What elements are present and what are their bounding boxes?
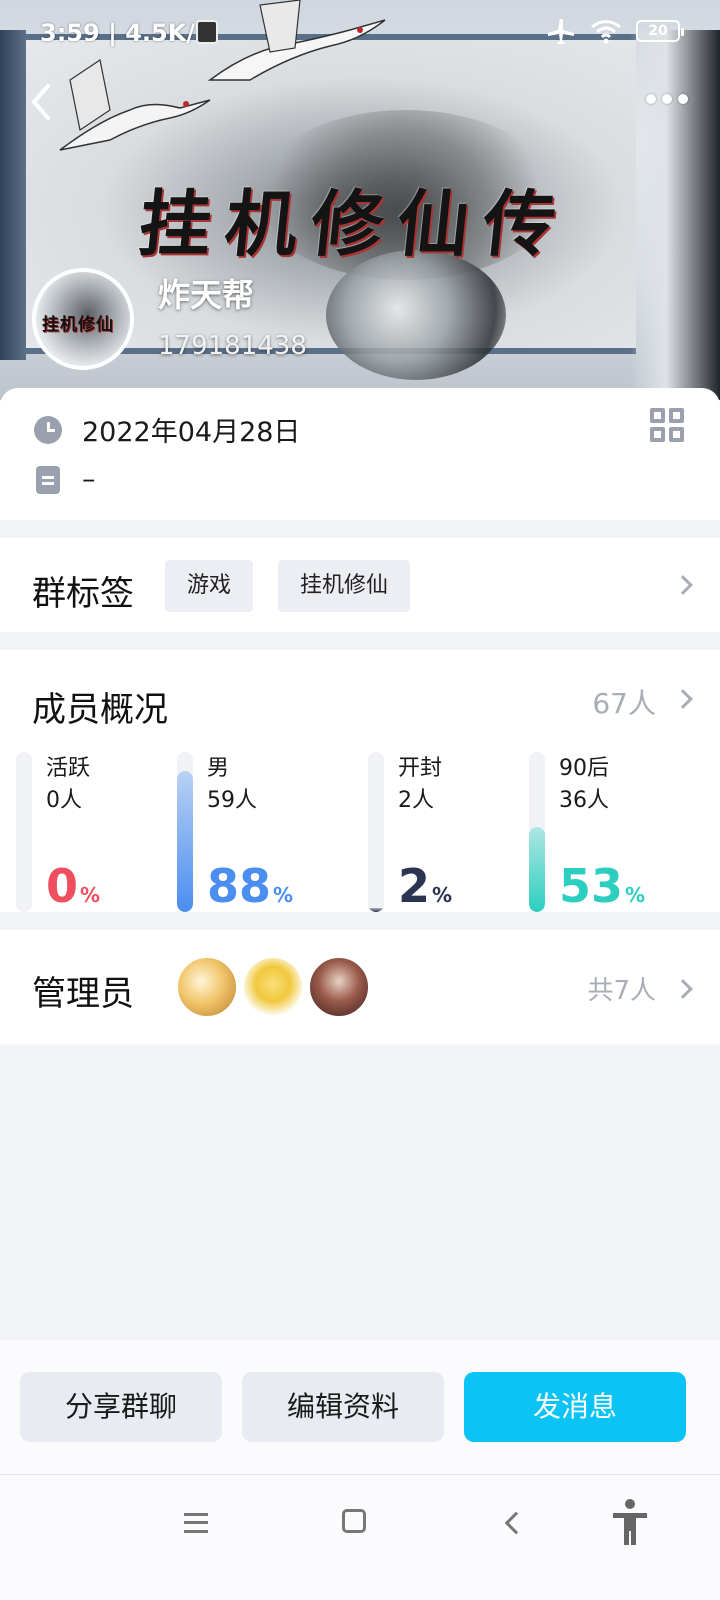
stat-percent: 88%: [207, 860, 293, 912]
stat-male: 男 59人 88%: [177, 750, 337, 912]
clock-icon: [34, 415, 62, 444]
stat-percent: 0%: [46, 860, 100, 912]
qr-code-icon[interactable]: [650, 408, 684, 442]
figure-silhouette: [630, 30, 720, 400]
more-options-button[interactable]: [646, 94, 688, 104]
group-id: 179181438: [158, 331, 307, 361]
stat-percent-value: 88: [207, 859, 272, 912]
battery-icon: 20: [636, 20, 684, 42]
share-group-button[interactable]: 分享群聊: [20, 1372, 222, 1442]
stat-label: 活跃: [46, 756, 91, 781]
percent-symbol: %: [432, 883, 453, 907]
wifi-icon: [591, 20, 621, 44]
stat-bar-track: [529, 752, 545, 912]
airplane-mode-icon: [548, 19, 574, 44]
stat-count: 36人: [559, 788, 609, 813]
admins-total: 共7人: [587, 976, 656, 1006]
bottom-action-bar: 分享群聊 编辑资料 发消息: [0, 1340, 720, 1474]
more-dot-icon: [662, 94, 672, 104]
stat-bar-track: [368, 752, 384, 912]
stat-percent: 53%: [559, 860, 645, 912]
created-date-row: 2022年04月28日: [34, 410, 300, 449]
created-date: 2022年04月28日: [82, 417, 301, 448]
group-name: 炸天帮: [158, 276, 255, 314]
admins-row[interactable]: 管理员 共7人: [0, 930, 720, 1044]
chevron-left-icon: [31, 84, 50, 120]
admin-avatar[interactable]: [308, 956, 370, 1018]
stat-bar-fill: [177, 771, 193, 912]
members-total: 67人: [592, 687, 656, 720]
stat-label: 男: [207, 756, 230, 781]
stat-bar-track: [177, 752, 193, 912]
status-icons: 20: [546, 17, 684, 45]
description-row[interactable]: –: [34, 464, 96, 495]
percent-symbol: %: [80, 883, 101, 907]
edit-profile-button[interactable]: 编辑资料: [242, 1372, 444, 1442]
group-cover-banner[interactable]: 挂机修仙传 3:59 | 4.5K/s 20 挂机修仙 炸天帮 17918143…: [0, 0, 720, 400]
stat-post-90s: 90后 36人 53%: [529, 750, 689, 912]
members-title: 成员概况: [32, 690, 168, 730]
tag-chip[interactable]: 游戏: [165, 560, 254, 612]
admins-title: 管理员: [32, 974, 134, 1014]
group-info-card: 2022年04月28日 –: [0, 388, 720, 520]
more-dot-icon: [646, 94, 656, 104]
system-navigation-bar: [0, 1474, 720, 1600]
stat-percent-value: 53: [559, 859, 624, 912]
chevron-right-icon: [673, 689, 693, 709]
group-tags-row[interactable]: 群标签 游戏 挂机修仙: [0, 538, 720, 632]
send-message-button[interactable]: 发消息: [464, 1372, 686, 1442]
accessibility-icon[interactable]: [610, 1497, 650, 1547]
notification-app-icon: [196, 20, 218, 44]
scroll-edge-left: [0, 30, 26, 360]
stat-label: 开封: [398, 756, 443, 781]
stat-label: 90后: [559, 756, 609, 781]
back-button[interactable]: [28, 82, 64, 126]
stat-kaifeng: 开封 2人 2%: [368, 750, 528, 912]
avatar-artwork-text: 挂机修仙: [42, 315, 114, 335]
clock-time: 3:59: [40, 19, 100, 47]
percent-symbol: %: [273, 883, 294, 907]
system-back-icon[interactable]: [504, 1511, 528, 1535]
stat-bar-track: [16, 752, 32, 912]
status-time: 3:59 | 4.5K/s: [40, 19, 210, 47]
percent-symbol: %: [625, 883, 646, 907]
stat-count: 2人: [398, 788, 434, 813]
recent-apps-icon[interactable]: [184, 1513, 208, 1533]
status-bar: 3:59 | 4.5K/s 20: [0, 0, 720, 66]
tag-chip[interactable]: 挂机修仙: [278, 560, 411, 612]
tags-title: 群标签: [32, 574, 134, 614]
group-description: –: [82, 464, 96, 495]
document-icon: [36, 465, 60, 494]
cover-title: 挂机修仙传: [134, 181, 574, 266]
members-overview[interactable]: 成员概况 67人 活跃 0人 0% 男 59人 88% 开封 2人 2% 90后…: [0, 650, 720, 912]
stat-count: 0人: [46, 788, 82, 813]
stat-count: 59人: [207, 788, 257, 813]
stat-bar-fill: [368, 908, 384, 912]
admin-avatar[interactable]: [242, 956, 304, 1018]
chevron-right-icon: [673, 979, 693, 999]
stat-bar-fill: [529, 827, 545, 912]
admin-avatar[interactable]: [176, 956, 238, 1018]
stat-active: 活跃 0人 0%: [16, 750, 176, 912]
stat-percent-value: 0: [46, 859, 79, 912]
home-icon[interactable]: [342, 1509, 366, 1533]
more-dot-icon: [678, 94, 688, 104]
stat-percent: 2%: [398, 860, 452, 912]
group-avatar[interactable]: 挂机修仙: [32, 268, 134, 370]
chevron-right-icon: [673, 575, 693, 595]
stat-percent-value: 2: [398, 859, 431, 912]
